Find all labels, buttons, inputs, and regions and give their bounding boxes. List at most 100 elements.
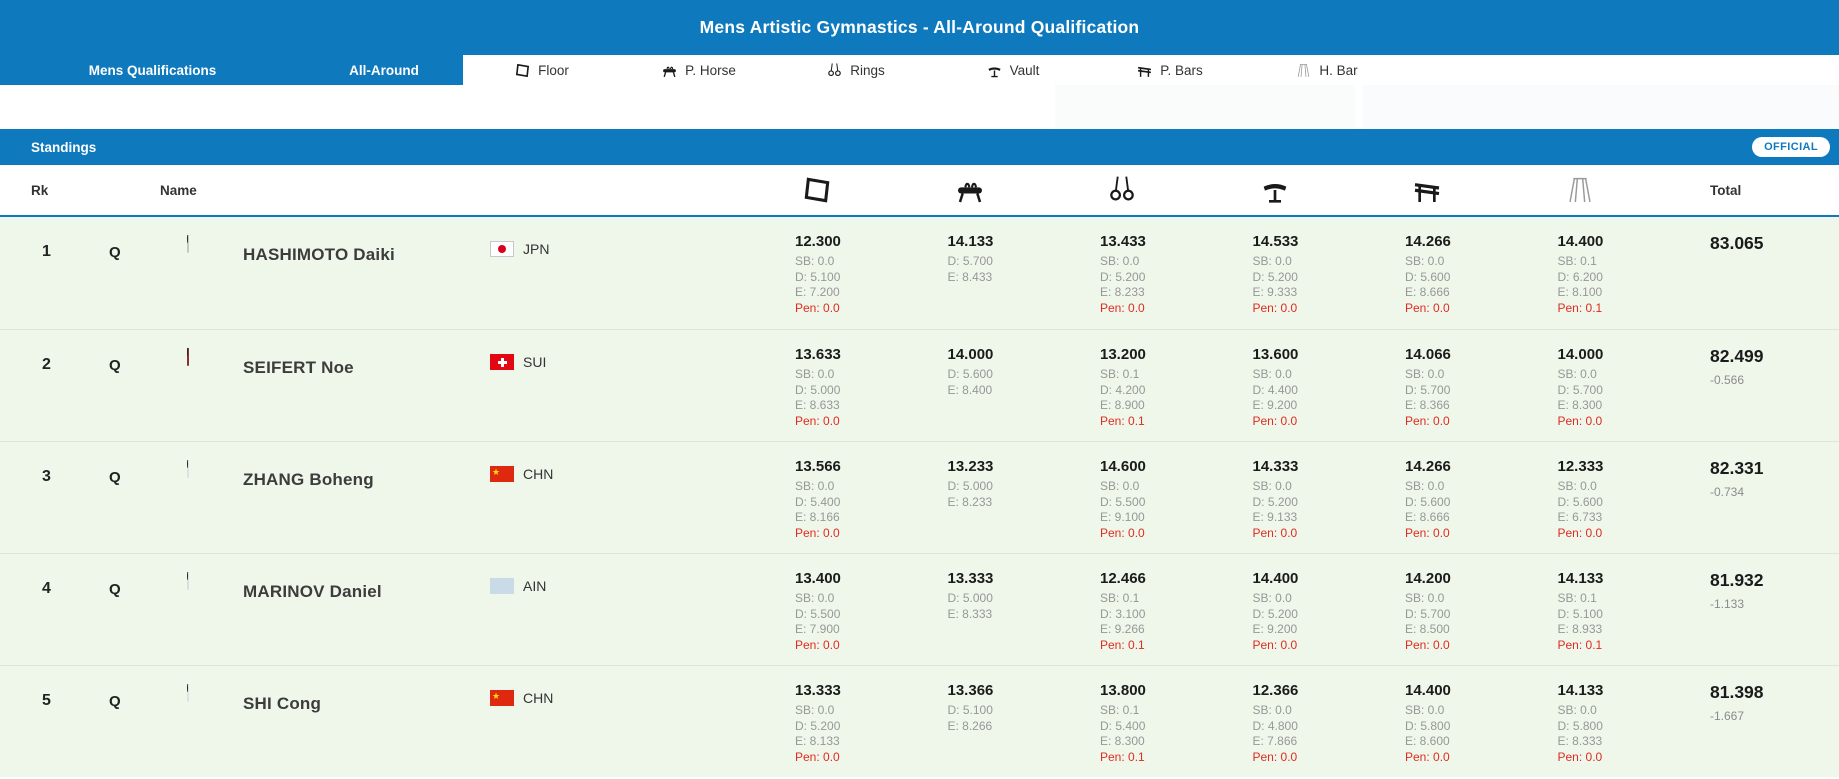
- rank-column-header: Rk: [0, 183, 95, 198]
- d-line: D: 5.700: [1405, 607, 1558, 623]
- d-line: D: 5.200: [795, 719, 948, 735]
- tab-all-around[interactable]: All-Around: [305, 55, 463, 85]
- sb-line: SB: 0.0: [795, 703, 948, 719]
- country-code: AIN: [523, 578, 546, 594]
- sb-line: SB: 0.1: [1558, 254, 1711, 270]
- sb-line: SB: 0.0: [1405, 367, 1558, 383]
- rings-score-cell: 13.200 SB: 0.1 D: 4.200 E: 8.900 Pen: 0.…: [1100, 330, 1253, 441]
- qualified-marker: Q: [95, 666, 160, 777]
- athlete-cell[interactable]: MARINOV Daniel: [160, 554, 490, 630]
- tab-label: P. Bars: [1160, 63, 1203, 78]
- apparatus-score: 14.533: [1253, 233, 1406, 250]
- athlete-cell[interactable]: ZHANG Boheng: [160, 442, 490, 518]
- d-line: D: 5.100: [795, 270, 948, 286]
- country-flag-icon: [490, 466, 514, 482]
- e-line: E: 8.233: [1100, 285, 1253, 301]
- athlete-name[interactable]: MARINOV Daniel: [243, 582, 382, 602]
- apparatus-score: 14.000: [948, 346, 1101, 363]
- athlete-cell[interactable]: HASHIMOTO Daiki: [160, 217, 490, 293]
- pen-line: Pen: 0.0: [795, 638, 948, 654]
- athlete-cell[interactable]: SEIFERT Noe: [160, 330, 490, 406]
- floor-score-cell: 13.633 SB: 0.0 D: 5.000 E: 8.633 Pen: 0.…: [795, 330, 948, 441]
- apparatus-score: 12.333: [1558, 458, 1711, 475]
- d-line: D: 4.200: [1100, 383, 1253, 399]
- rings-score-cell: 13.433 SB: 0.0 D: 5.200 E: 8.233 Pen: 0.…: [1100, 217, 1253, 329]
- table-row[interactable]: 3 Q ZHANG Boheng CHN 13.566 SB: 0.0 D: 5…: [0, 441, 1839, 553]
- rank-value: 3: [0, 442, 95, 553]
- table-row[interactable]: 5 Q SHI Cong CHN 13.333 SB: 0.0 D: 5.200…: [0, 665, 1839, 777]
- pen-line: Pen: 0.1: [1100, 750, 1253, 766]
- athlete-name[interactable]: ZHANG Boheng: [243, 470, 374, 490]
- tab-horizontal-bar[interactable]: H. Bar: [1248, 55, 1405, 85]
- sb-line: SB: 0.0: [1253, 254, 1406, 270]
- total-cell: 81.398 -1.667: [1710, 666, 1839, 777]
- pen-line: Pen: 0.0: [1405, 526, 1558, 542]
- e-line: E: 8.333: [948, 607, 1101, 623]
- country-cell: SUI: [490, 330, 795, 394]
- athlete-name[interactable]: HASHIMOTO Daiki: [243, 245, 395, 265]
- sb-line: SB: 0.0: [795, 254, 948, 270]
- athlete-cell[interactable]: SHI Cong: [160, 666, 490, 742]
- e-line: E: 7.200: [795, 285, 948, 301]
- d-line: D: 5.600: [1558, 495, 1711, 511]
- tab-rings[interactable]: Rings: [777, 55, 934, 85]
- sb-line: SB: 0.0: [1253, 703, 1406, 719]
- table-row[interactable]: 4 Q MARINOV Daniel AIN 13.400 SB: 0.0 D:…: [0, 553, 1839, 665]
- sb-line: SB: 0.0: [1405, 703, 1558, 719]
- e-line: E: 8.400: [948, 383, 1101, 399]
- sb-line: SB: 0.0: [1100, 254, 1253, 270]
- tab-mens-qualifications[interactable]: Mens Qualifications: [0, 55, 305, 85]
- athlete-avatar: [187, 348, 231, 402]
- event-title-bar: Mens Artistic Gymnastics - All-Around Qu…: [0, 0, 1839, 55]
- e-line: E: 8.366: [1405, 398, 1558, 414]
- pommel-horse-score-cell: 14.000 D: 5.600 E: 8.400: [948, 330, 1101, 441]
- rings-score-cell: 13.800 SB: 0.1 D: 5.400 E: 8.300 Pen: 0.…: [1100, 666, 1253, 777]
- d-line: D: 5.400: [1100, 719, 1253, 735]
- pommel-horse-icon: [954, 174, 986, 206]
- parallel-bars-score-cell: 14.266 SB: 0.0 D: 5.600 E: 8.666 Pen: 0.…: [1405, 442, 1558, 553]
- e-line: E: 8.233: [948, 495, 1101, 511]
- e-line: E: 7.900: [795, 622, 948, 638]
- tab-label: Mens Qualifications: [89, 63, 217, 78]
- athlete-name[interactable]: SEIFERT Noe: [243, 358, 354, 378]
- e-line: E: 8.633: [795, 398, 948, 414]
- total-score: 83.065: [1710, 233, 1839, 254]
- apparatus-score: 14.600: [1100, 458, 1253, 475]
- table-row[interactable]: 2 Q SEIFERT Noe SUI 13.633 SB: 0.0 D: 5.…: [0, 329, 1839, 441]
- tab-parallel-bars[interactable]: P. Bars: [1091, 55, 1248, 85]
- qualified-marker: Q: [95, 330, 160, 441]
- pen-line: Pen: 0.0: [1558, 526, 1711, 542]
- country-code: JPN: [523, 241, 549, 257]
- horizontal-bar-column-header: [1558, 174, 1711, 206]
- table-row[interactable]: 1 Q HASHIMOTO Daiki JPN 12.300 SB: 0.0 D…: [0, 217, 1839, 329]
- e-line: E: 8.500: [1405, 622, 1558, 638]
- pen-line: Pen: 0.0: [1100, 301, 1253, 317]
- total-score: 82.331: [1710, 458, 1839, 479]
- horizontal-bar-icon: [1295, 62, 1312, 79]
- d-line: D: 6.200: [1558, 270, 1711, 286]
- e-line: E: 8.933: [1558, 622, 1711, 638]
- e-line: E: 9.200: [1253, 398, 1406, 414]
- athlete-name[interactable]: SHI Cong: [243, 694, 321, 714]
- sb-line: SB: 0.0: [795, 591, 948, 607]
- pen-line: Pen: 0.0: [1253, 526, 1406, 542]
- apparatus-score: 13.366: [948, 682, 1101, 699]
- apparatus-score: 12.300: [795, 233, 948, 250]
- e-line: E: 9.266: [1100, 622, 1253, 638]
- d-line: D: 5.200: [1253, 270, 1406, 286]
- tab-floor[interactable]: Floor: [463, 55, 620, 85]
- tab-pommel-horse[interactable]: P. Horse: [620, 55, 777, 85]
- e-line: E: 8.666: [1405, 510, 1558, 526]
- country-cell: AIN: [490, 554, 795, 618]
- horizontal-bar-score-cell: 12.333 SB: 0.0 D: 5.600 E: 6.733 Pen: 0.…: [1558, 442, 1711, 553]
- parallel-bars-score-cell: 14.200 SB: 0.0 D: 5.700 E: 8.500 Pen: 0.…: [1405, 554, 1558, 665]
- horizontal-bar-score-cell: 14.133 SB: 0.1 D: 5.100 E: 8.933 Pen: 0.…: [1558, 554, 1711, 665]
- floor-icon: [514, 62, 531, 79]
- total-cell: 82.331 -0.734: [1710, 442, 1839, 553]
- tab-vault[interactable]: Vault: [934, 55, 1091, 85]
- rings-score-cell: 12.466 SB: 0.1 D: 3.100 E: 9.266 Pen: 0.…: [1100, 554, 1253, 665]
- apparatus-score: 13.400: [795, 570, 948, 587]
- pen-line: Pen: 0.0: [1253, 414, 1406, 430]
- apparatus-score: 13.633: [795, 346, 948, 363]
- rank-value: 2: [0, 330, 95, 441]
